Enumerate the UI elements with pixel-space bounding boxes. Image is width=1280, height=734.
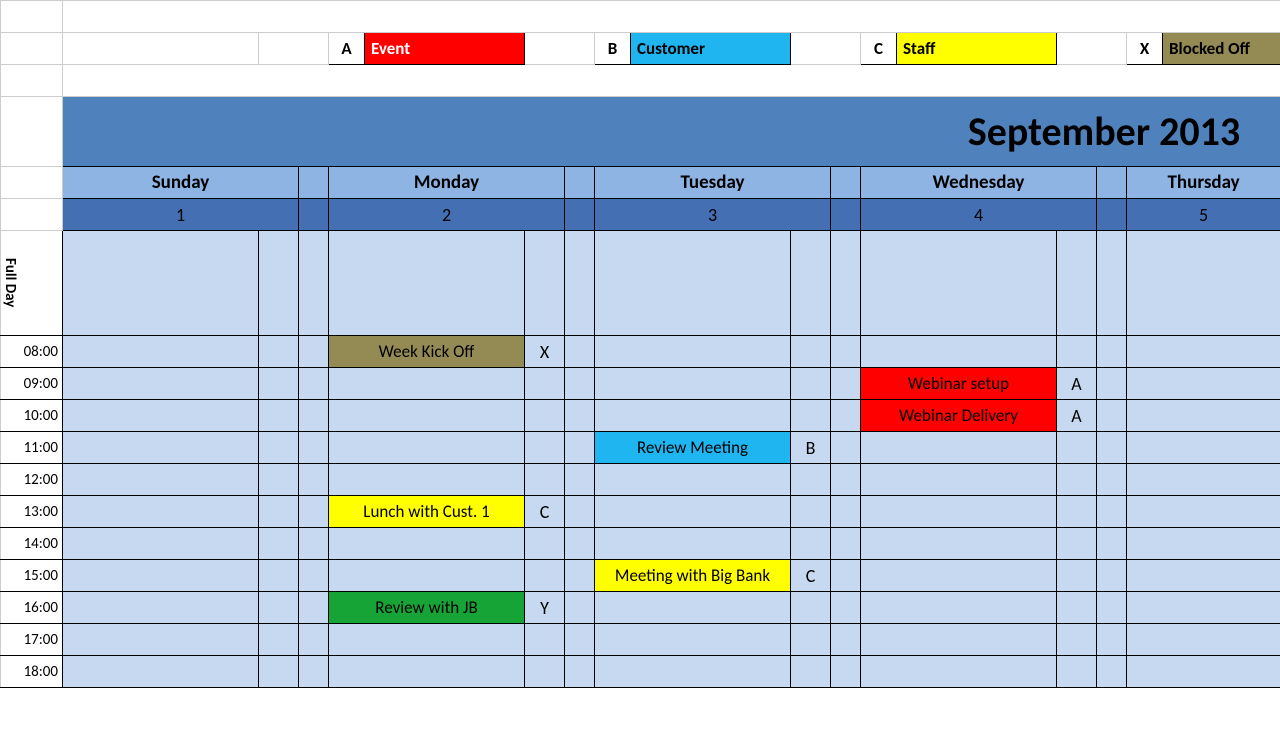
- row-1600: 16:00 Review with JB Y: [1, 592, 1280, 624]
- row-0900: 09:00 Webinar setup A: [1, 368, 1280, 400]
- legend-customer-letter: B: [595, 33, 631, 64]
- date-header-row: 1 2 3 4 5: [1, 199, 1280, 231]
- event-reviewjb-code: Y: [525, 592, 565, 624]
- row-label-0800: 08:00: [1, 336, 63, 368]
- row-1400: 14:00: [1, 528, 1280, 560]
- event-kickoff-code: X: [525, 336, 565, 368]
- row-label-1000: 10:00: [1, 400, 63, 432]
- cell-sun-fullday[interactable]: [63, 231, 259, 336]
- row-label-1300: 13:00: [1, 496, 63, 528]
- legend-blocked-label: Blocked Off: [1163, 33, 1280, 64]
- legend-event: A Event: [329, 33, 524, 64]
- cell-wed-0800[interactable]: [861, 336, 1057, 368]
- event-review-meeting[interactable]: Review Meeting: [595, 432, 791, 464]
- row-1700: 17:00: [1, 624, 1280, 656]
- event-review-meeting-code: B: [791, 432, 831, 464]
- legend-blocked: X Blocked Off: [1127, 33, 1280, 64]
- date-thu: 5: [1127, 199, 1280, 231]
- legend-event-label: Event: [365, 33, 524, 64]
- row-fullday: Full Day: [1, 231, 1280, 336]
- event-webinar-delivery-code: A: [1057, 400, 1097, 432]
- event-bigbank-code: C: [791, 560, 831, 592]
- date-mon: 2: [329, 199, 565, 231]
- cell-tue-0800[interactable]: [595, 336, 791, 368]
- row-1300: 13:00 Lunch with Cust. 1 C: [1, 496, 1280, 528]
- event-webinar-setup-code: A: [1057, 368, 1097, 400]
- legend-staff-label: Staff: [897, 33, 1056, 64]
- event-reviewjb[interactable]: Review with JB: [329, 592, 525, 624]
- row-label-1200: 12:00: [1, 464, 63, 496]
- row-0800: 08:00 Week Kick Off X: [1, 336, 1280, 368]
- cell-mon-fullday[interactable]: [329, 231, 525, 336]
- legend-event-letter: A: [329, 33, 365, 64]
- event-webinar-setup[interactable]: Webinar setup: [861, 368, 1057, 400]
- event-lunch[interactable]: Lunch with Cust. 1: [329, 496, 525, 528]
- legend-customer: B Customer: [595, 33, 790, 64]
- event-kickoff[interactable]: Week Kick Off: [329, 336, 525, 368]
- legend-staff-letter: C: [861, 33, 897, 64]
- row-label-1400: 14:00: [1, 528, 63, 560]
- event-lunch-code: C: [525, 496, 565, 528]
- row-label-0900: 09:00: [1, 368, 63, 400]
- date-wed: 4: [861, 199, 1097, 231]
- cell-thu-fullday[interactable]: [1127, 231, 1280, 336]
- row-1000: 10:00 Webinar Delivery A: [1, 400, 1280, 432]
- day-head-tue: Tuesday: [595, 167, 831, 199]
- day-head-mon: Monday: [329, 167, 565, 199]
- calendar-grid: A Event B Customer C Staff X Blocked Off…: [0, 0, 1280, 688]
- cell-sun-0800[interactable]: [63, 336, 259, 368]
- legend-row: A Event B Customer C Staff X Blocked Off: [1, 33, 1280, 65]
- cell-tue-fullday[interactable]: [595, 231, 791, 336]
- row-1500: 15:00 Meeting with Big Bank C: [1, 560, 1280, 592]
- date-sun: 1: [63, 199, 299, 231]
- row-1200: 12:00: [1, 464, 1280, 496]
- event-bigbank[interactable]: Meeting with Big Bank: [595, 560, 791, 592]
- row-1100: 11:00 Review Meeting B: [1, 432, 1280, 464]
- day-head-thu: Thursday: [1127, 167, 1280, 199]
- month-title: September 2013: [63, 97, 1280, 167]
- row-1800: 18:00: [1, 656, 1280, 688]
- row-label-1800: 18:00: [1, 656, 63, 688]
- legend-customer-label: Customer: [631, 33, 790, 64]
- day-head-wed: Wednesday: [861, 167, 1097, 199]
- row-label-1600: 16:00: [1, 592, 63, 624]
- row-label-1700: 17:00: [1, 624, 63, 656]
- legend-blocked-letter: X: [1127, 33, 1163, 64]
- date-tue: 3: [595, 199, 831, 231]
- cell-wed-fullday[interactable]: [861, 231, 1057, 336]
- row-label-fullday: Full Day: [1, 258, 19, 307]
- legend-staff: C Staff: [861, 33, 1056, 64]
- day-head-sun: Sunday: [63, 167, 299, 199]
- row-label-1500: 15:00: [1, 560, 63, 592]
- day-header-row: Sunday Monday Tuesday Wednesday Thursday: [1, 167, 1280, 199]
- cell-thu-0800[interactable]: [1127, 336, 1280, 368]
- row-label-1100: 11:00: [1, 432, 63, 464]
- event-webinar-delivery[interactable]: Webinar Delivery: [861, 400, 1057, 432]
